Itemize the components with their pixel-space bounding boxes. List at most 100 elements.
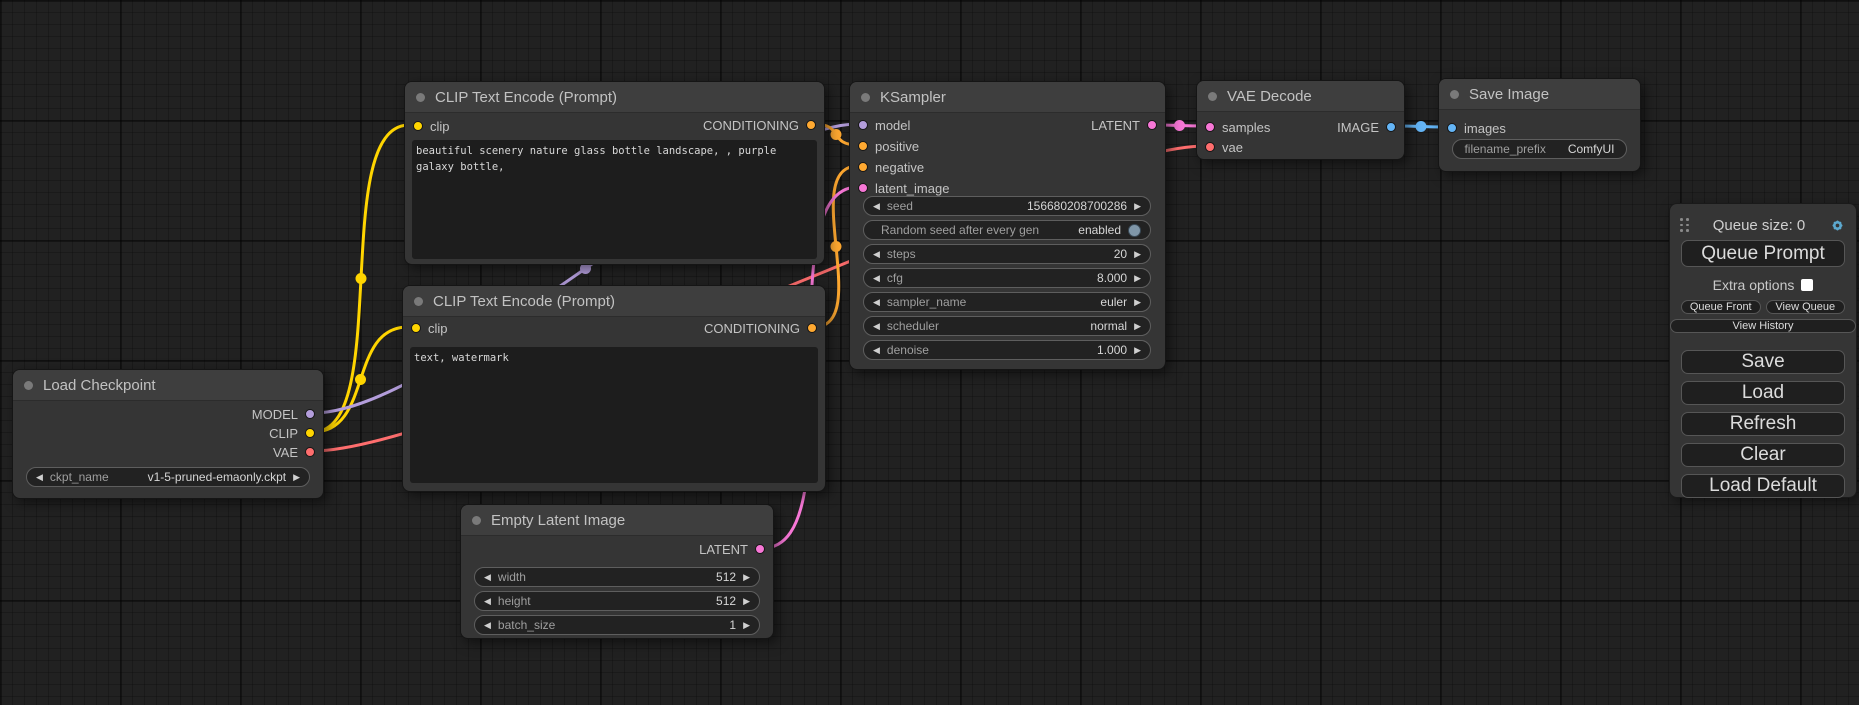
random-seed-widget[interactable]: Random seed after every gen enabled <box>863 220 1151 240</box>
clip-input-label: clip <box>428 321 448 336</box>
queue-front-button[interactable]: Queue Front <box>1681 300 1761 314</box>
increment-arrow-icon[interactable]: ▶ <box>293 473 300 482</box>
decrement-arrow-icon[interactable]: ◀ <box>484 597 491 606</box>
collapse-dot-icon[interactable] <box>472 516 481 525</box>
images-input: images <box>1439 118 1506 138</box>
ckpt-name-widget[interactable]: ◀ ckpt_name v1-5-pruned-emaonly.ckpt ▶ <box>26 467 310 487</box>
decrement-arrow-icon[interactable]: ◀ <box>873 298 880 307</box>
prompt-text-input[interactable]: beautiful scenery nature glass bottle la… <box>412 140 817 259</box>
cfg-widget[interactable]: ◀ cfg 8.000 ▶ <box>863 268 1151 288</box>
decrement-arrow-icon[interactable]: ◀ <box>873 274 880 283</box>
steps-widget[interactable]: ◀ steps 20 ▶ <box>863 244 1151 264</box>
decrement-arrow-icon[interactable]: ◀ <box>873 322 880 331</box>
decrement-arrow-icon[interactable]: ◀ <box>873 346 880 355</box>
collapse-dot-icon[interactable] <box>1208 92 1217 101</box>
node-title-bar[interactable]: Empty Latent Image <box>461 505 773 536</box>
increment-arrow-icon[interactable]: ▶ <box>1134 346 1141 355</box>
comfyui-canvas[interactable]: { "colors": { "model": "#B39DDB", "clip"… <box>0 0 1859 705</box>
node-title-bar[interactable]: VAE Decode <box>1197 81 1404 112</box>
clear-button[interactable]: Clear <box>1681 443 1845 467</box>
vae-output-port[interactable] <box>305 447 315 457</box>
latent-output-label: LATENT <box>1091 118 1140 133</box>
node-clip-text-encode-negative[interactable]: CLIP Text Encode (Prompt) clip CONDITION… <box>402 285 826 492</box>
latent-image-input: latent_image <box>850 178 949 198</box>
queue-prompt-button[interactable]: Queue Prompt <box>1681 240 1845 267</box>
node-title-bar[interactable]: CLIP Text Encode (Prompt) <box>403 286 825 317</box>
model-input-port[interactable] <box>858 120 868 130</box>
batch-size-widget[interactable]: ◀ batch_size 1 ▶ <box>474 615 760 635</box>
height-widget[interactable]: ◀ height 512 ▶ <box>474 591 760 611</box>
view-history-button[interactable]: View History <box>1670 319 1856 333</box>
latent-image-input-port[interactable] <box>858 183 868 193</box>
conditioning-output-port[interactable] <box>807 323 817 333</box>
view-queue-button[interactable]: View Queue <box>1766 300 1846 314</box>
node-ksampler[interactable]: KSampler model positive negative latent_… <box>849 81 1166 370</box>
save-button[interactable]: Save <box>1681 350 1845 374</box>
scheduler-widget[interactable]: ◀ scheduler normal ▶ <box>863 316 1151 336</box>
decrement-arrow-icon[interactable]: ◀ <box>36 473 43 482</box>
node-title: CLIP Text Encode (Prompt) <box>433 293 615 310</box>
increment-arrow-icon[interactable]: ▶ <box>1134 298 1141 307</box>
collapse-dot-icon[interactable] <box>1450 90 1459 99</box>
prompt-text-input[interactable]: text, watermark <box>410 347 818 483</box>
node-vae-decode[interactable]: VAE Decode samples vae IMAGE <box>1196 80 1405 160</box>
clip-output-port[interactable] <box>305 428 315 438</box>
samples-input-port[interactable] <box>1205 122 1215 132</box>
node-clip-text-encode-positive[interactable]: CLIP Text Encode (Prompt) clip CONDITION… <box>404 81 825 265</box>
increment-arrow-icon[interactable]: ▶ <box>1134 274 1141 283</box>
conditioning-output-port[interactable] <box>806 120 816 130</box>
increment-arrow-icon[interactable]: ▶ <box>1134 250 1141 259</box>
widget-value: 1 <box>729 618 736 632</box>
collapse-dot-icon[interactable] <box>416 93 425 102</box>
node-load-checkpoint[interactable]: Load Checkpoint MODEL CLIP VAE ◀ ckpt_na… <box>12 369 324 499</box>
latent-output-port[interactable] <box>755 544 765 554</box>
sampler-name-widget[interactable]: ◀ sampler_name euler ▶ <box>863 292 1151 312</box>
node-title-bar[interactable]: Save Image <box>1439 79 1640 110</box>
width-widget[interactable]: ◀ width 512 ▶ <box>474 567 760 587</box>
decrement-arrow-icon[interactable]: ◀ <box>873 202 880 211</box>
refresh-button[interactable]: Refresh <box>1681 412 1845 436</box>
widget-value: enabled <box>1078 223 1121 237</box>
samples-input-label: samples <box>1222 120 1270 135</box>
filename-prefix-widget[interactable]: filename_prefix ComfyUI <box>1452 139 1627 159</box>
image-output-port[interactable] <box>1386 122 1396 132</box>
model-output-port[interactable] <box>305 409 315 419</box>
increment-arrow-icon[interactable]: ▶ <box>1134 322 1141 331</box>
collapse-dot-icon[interactable] <box>414 297 423 306</box>
load-default-button[interactable]: Load Default <box>1681 474 1845 498</box>
collapse-dot-icon[interactable] <box>861 93 870 102</box>
widget-value: 512 <box>716 570 736 584</box>
widget-value: ComfyUI <box>1568 142 1615 156</box>
node-empty-latent-image[interactable]: Empty Latent Image LATENT ◀ width 512 ▶ … <box>460 504 774 639</box>
clip-input-port[interactable] <box>411 323 421 333</box>
node-title-bar[interactable]: CLIP Text Encode (Prompt) <box>405 82 824 113</box>
increment-arrow-icon[interactable]: ▶ <box>743 597 750 606</box>
drag-handle-icon[interactable] <box>1680 218 1689 232</box>
node-title-bar[interactable]: Load Checkpoint <box>13 370 323 401</box>
widget-value: 156680208700286 <box>1027 199 1127 213</box>
negative-input-port[interactable] <box>858 162 868 172</box>
increment-arrow-icon[interactable]: ▶ <box>743 573 750 582</box>
images-input-port[interactable] <box>1447 123 1457 133</box>
increment-arrow-icon[interactable]: ▶ <box>743 621 750 630</box>
seed-widget[interactable]: ◀ seed 156680208700286 ▶ <box>863 196 1151 216</box>
denoise-widget[interactable]: ◀ denoise 1.000 ▶ <box>863 340 1151 360</box>
node-save-image[interactable]: Save Image images filename_prefix ComfyU… <box>1438 78 1641 172</box>
load-button[interactable]: Load <box>1681 381 1845 405</box>
decrement-arrow-icon[interactable]: ◀ <box>484 621 491 630</box>
increment-arrow-icon[interactable]: ▶ <box>1134 202 1141 211</box>
positive-input-port[interactable] <box>858 141 868 151</box>
settings-gear-icon[interactable] <box>1829 217 1846 234</box>
toggle-indicator[interactable] <box>1128 224 1141 237</box>
decrement-arrow-icon[interactable]: ◀ <box>873 250 880 259</box>
widget-value: normal <box>1090 319 1127 333</box>
collapse-dot-icon[interactable] <box>24 381 33 390</box>
clip-input-port[interactable] <box>413 121 423 131</box>
latent-image-input-label: latent_image <box>875 181 949 196</box>
node-title-bar[interactable]: KSampler <box>850 82 1165 113</box>
widget-value: 8.000 <box>1097 271 1127 285</box>
extra-options-checkbox[interactable] <box>1801 279 1813 291</box>
latent-output-port[interactable] <box>1147 120 1157 130</box>
decrement-arrow-icon[interactable]: ◀ <box>484 573 491 582</box>
vae-input-port[interactable] <box>1205 142 1215 152</box>
